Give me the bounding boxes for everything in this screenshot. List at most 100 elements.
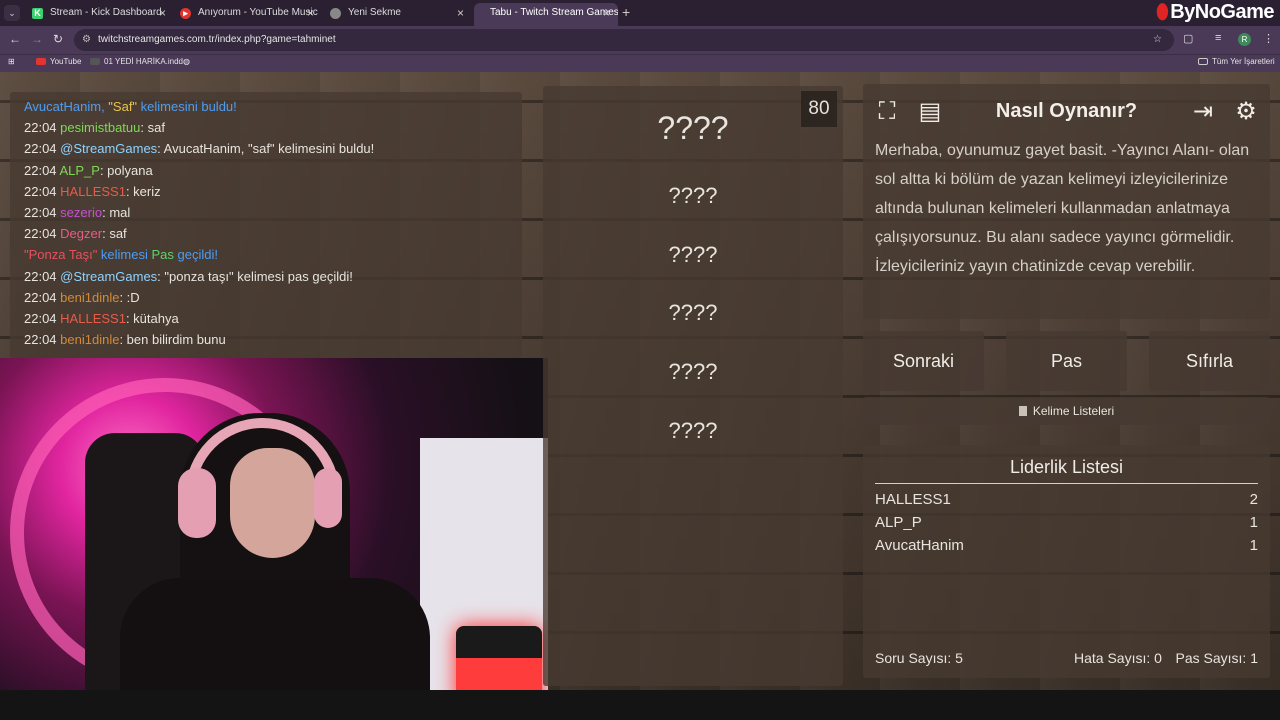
bookmark-label: 01 YEDİ HARİKA.indd: [104, 57, 184, 66]
player-score: 1: [1249, 514, 1258, 531]
close-icon[interactable]: ×: [307, 3, 314, 23]
media-icon[interactable]: ≡: [1215, 32, 1221, 44]
url-text: twitchstreamgames.com.tr/index.php?game=…: [98, 34, 336, 45]
leaderboard-row: AvucatHanim 1: [875, 537, 1258, 560]
chat-timestamp: 22:04: [24, 311, 57, 327]
chat-message: 22:04 HALLESS1: kütahya: [24, 308, 508, 329]
all-bookmarks[interactable]: Tüm Yer İşaretleri: [1198, 57, 1275, 66]
menu-icon[interactable]: ⋮: [1263, 32, 1274, 45]
chat-username[interactable]: HALLESS1: [60, 311, 126, 326]
chat-text: : AvucatHanim, "saf" kelimesini buldu!: [157, 141, 375, 157]
chat-username[interactable]: ALP_P: [59, 163, 99, 178]
taboo-word: ????: [668, 300, 718, 325]
system-message-part: "Saf": [108, 99, 138, 114]
divider: [875, 483, 1258, 484]
chat-username[interactable]: pesimistbatuu: [60, 120, 140, 135]
pass-button[interactable]: Pas: [1006, 331, 1127, 391]
site-info-icon[interactable]: ⚙: [82, 29, 91, 51]
chat-system-message: AvucatHanim, "Saf" kelimesini buldu!: [24, 96, 508, 117]
tab-youtube-music[interactable]: ▸ Anıyorum - YouTube Music ×: [172, 3, 322, 26]
reload-icon[interactable]: ↻: [53, 32, 63, 46]
profile-avatar[interactable]: R: [1238, 33, 1251, 46]
system-message-part: AvucatHanim,: [24, 99, 109, 114]
taboo-word: ????: [668, 359, 718, 384]
chat-username[interactable]: @StreamGames: [60, 141, 157, 156]
chat-system-message: "Ponza Taşı" kelimesi Pas geçildi!: [24, 244, 508, 265]
word-lists-label: Kelime Listeleri: [1032, 404, 1115, 418]
chat-panel: AvucatHanim, "Saf" kelimesini buldu! 22:0…: [10, 92, 522, 358]
chat-messages: AvucatHanim, "Saf" kelimesini buldu! 22:0…: [24, 96, 508, 350]
bookmark-youtube[interactable]: YouTube: [36, 57, 81, 66]
leaderboard-row: ALP_P 1: [875, 514, 1258, 537]
close-icon[interactable]: ×: [159, 3, 166, 23]
webcam-overlay: [0, 358, 548, 706]
leaderboard-row: HALLESS1 2: [875, 491, 1258, 514]
chat-username[interactable]: beni1dinle: [60, 332, 119, 347]
tab-title: Anıyorum - YouTube Music: [198, 7, 318, 18]
tab-new-tab[interactable]: Yeni Sekme ×: [322, 3, 472, 26]
bookmark-indd[interactable]: 01 YEDİ HARİKA.indd: [90, 57, 183, 66]
chat-text: : saf: [102, 226, 127, 242]
gear-icon[interactable]: ⚙: [1230, 96, 1262, 128]
chat-message: 22:04 beni1dinle: :D: [24, 287, 508, 308]
chat-timestamp: 22:04: [24, 120, 57, 136]
file-icon: [90, 58, 100, 65]
system-message-part: geçildi!: [173, 247, 218, 263]
player-score: 2: [1249, 491, 1258, 508]
chat-username[interactable]: Degzer: [60, 226, 102, 241]
system-message-part: "Ponza Taşı": [24, 247, 98, 263]
chat-username[interactable]: beni1dinle: [60, 290, 119, 305]
url-field[interactable]: ⚙ twitchstreamgames.com.tr/index.php?gam…: [74, 29, 1174, 51]
streamer-body: [120, 578, 430, 706]
chat-timestamp: 22:04: [24, 205, 57, 221]
folder-icon: [1198, 58, 1208, 65]
next-button[interactable]: Sonraki: [863, 331, 984, 391]
main-word: ????: [657, 110, 729, 146]
chat-text: : saf: [140, 120, 165, 136]
extensions-icon[interactable]: ▢: [1183, 32, 1193, 45]
taboo-word: ????: [668, 418, 718, 443]
new-tab-button[interactable]: +: [622, 4, 630, 20]
chat-message: 22:04 pesimistbatuu: saf: [24, 117, 508, 138]
chat-text: : ben bilirdim bunu: [119, 332, 226, 348]
youtube-icon: [36, 58, 46, 65]
chat-username[interactable]: HALLESS1: [60, 184, 126, 199]
brand-logo: ⬮ ByNoGame: [1156, 1, 1274, 24]
chat-message: 22:04 ALP_P: polyana: [24, 160, 508, 181]
exit-icon[interactable]: ⇥: [1187, 96, 1219, 128]
chat-username[interactable]: @StreamGames: [60, 269, 157, 284]
system-message-part: kelimesini buldu!: [137, 99, 237, 114]
word-lists-button[interactable]: Kelime Listeleri: [863, 397, 1270, 425]
brand-icon: ⬮: [1156, 1, 1169, 23]
bookmarks-bar: ⊞ YouTube 01 YEDİ HARİKA.indd ◍ Tüm Yer …: [0, 54, 1280, 72]
chat-username[interactable]: sezerio: [60, 205, 102, 220]
bookmark-label: YouTube: [50, 57, 82, 66]
chat-timestamp: 22:04: [24, 268, 57, 284]
address-bar-row: ← → ↻ ⚙ twitchstreamgames.com.tr/index.p…: [0, 26, 1280, 54]
close-icon[interactable]: ×: [603, 3, 610, 23]
player-name: ALP_P: [875, 514, 922, 531]
chat-text: : :D: [119, 289, 140, 305]
apps-icon[interactable]: ⊞: [8, 57, 15, 66]
bookmark-star-icon[interactable]: ☆: [1153, 29, 1162, 51]
close-icon[interactable]: ×: [457, 3, 464, 23]
forward-icon[interactable]: →: [31, 32, 43, 46]
help-panel: ⛶ ▤ Nasıl Oynanır? ⇥ ⚙ Merhaba, oyunumuz…: [863, 84, 1270, 319]
player-name: AvucatHanim: [875, 537, 964, 554]
tab-kick-dashboard[interactable]: K Stream - Kick Dashboard ×: [24, 3, 174, 26]
chrome-icon: [330, 8, 341, 19]
tab-search-button[interactable]: ⌄: [4, 5, 20, 21]
globe-icon[interactable]: ◍: [183, 57, 190, 66]
chat-text: : polyana: [99, 162, 153, 178]
tab-tabu[interactable]: Tabu - Twitch Stream Games ×: [474, 3, 618, 26]
chat-timestamp: 22:04: [24, 141, 57, 157]
all-bookmarks-label: Tüm Yer İşaretleri: [1212, 57, 1275, 66]
chat-message: 22:04 @StreamGames: "ponza taşı" kelimes…: [24, 266, 508, 287]
chat-text: : kütahya: [125, 311, 179, 327]
tab-title: Stream - Kick Dashboard: [50, 7, 162, 18]
back-icon[interactable]: ←: [9, 32, 21, 46]
tab-bar: ⌄ K Stream - Kick Dashboard × ▸ Anıyorum…: [0, 0, 1280, 26]
reset-button[interactable]: Sıfırla: [1149, 331, 1270, 391]
headphone-earcup: [314, 468, 342, 528]
system-message-part: kelimesi: [97, 247, 152, 263]
